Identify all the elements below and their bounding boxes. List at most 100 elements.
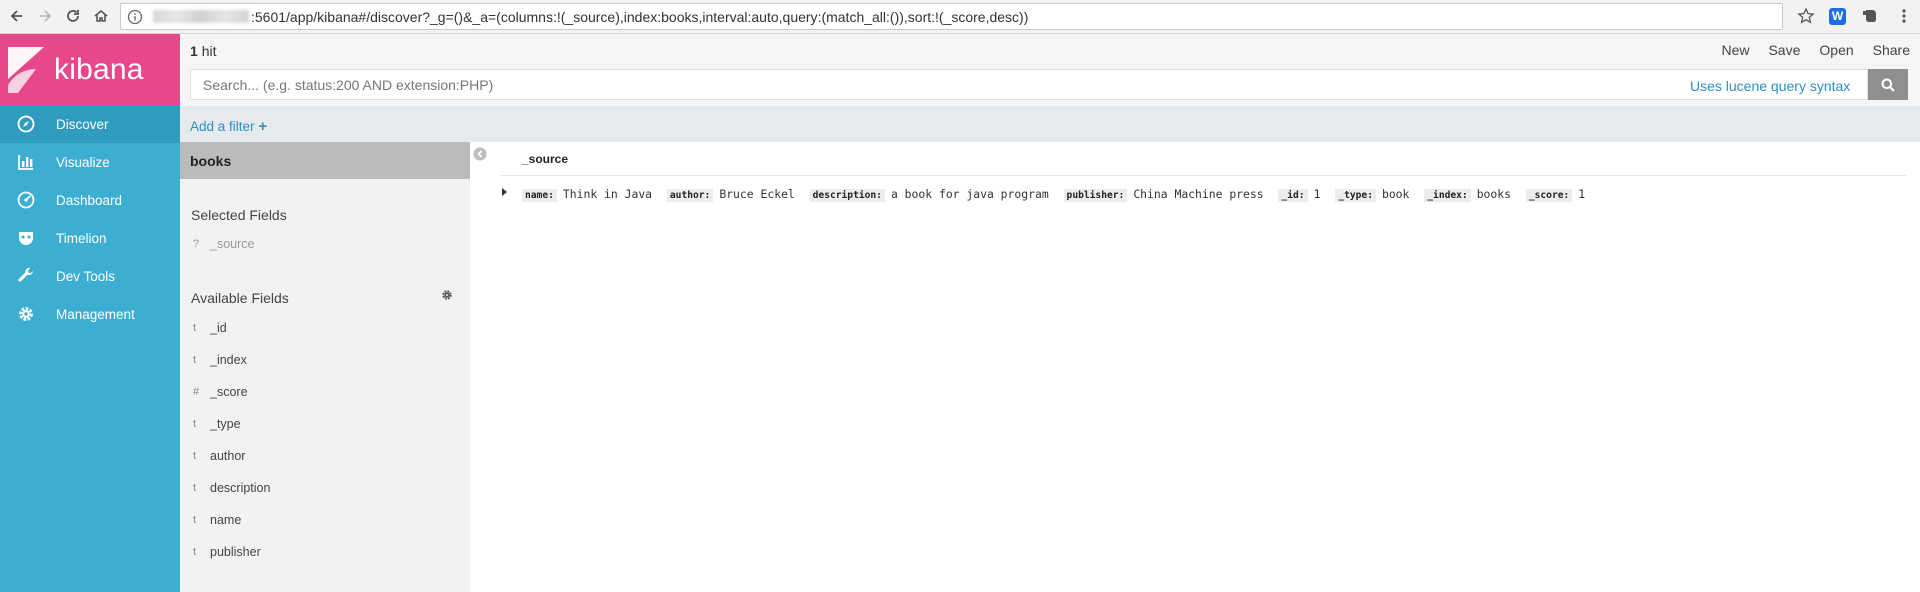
hit-count: 1 hit [190,43,216,59]
nav-item-label: Timelion [56,230,107,246]
nav-item-management[interactable]: Management [0,295,180,333]
field-name: _source [210,237,255,251]
field-name: _index [210,353,247,367]
field-name: _type [210,417,241,431]
info-icon [127,9,143,24]
field-name: publisher [210,545,261,559]
nav-item-discover[interactable]: Discover [0,105,180,143]
field-type-icon: t [193,514,197,526]
bookmark-star-icon[interactable] [1797,7,1815,25]
field-settings-gear-icon[interactable] [441,289,453,301]
share-button[interactable]: Share [1873,42,1910,58]
browser-toolbar: :5601/app/kibana#/discover?_g=()&_a=(col… [0,0,1920,34]
available-fields-title: Available Fields [191,290,289,306]
field-type-icon: t [193,354,197,366]
field-item-source[interactable]: ? _source [180,232,470,258]
field-item-index[interactable]: t _index [180,348,470,374]
top-menu: New Save Open Share [1721,42,1920,58]
table-row[interactable]: name: Think in Java author: Bruce Eckel de… [522,187,1593,202]
field-item-name[interactable]: t name [180,508,470,534]
save-button[interactable]: Save [1768,42,1800,58]
home-button[interactable] [89,4,113,28]
selected-fields-title: Selected Fields [191,207,287,223]
doc-field-key: _type: [1335,189,1376,202]
side-navigation: kibana Discover Visualize Dashboard Time… [0,34,180,592]
field-type-icon: t [193,322,197,334]
hit-count-number: 1 [190,43,198,59]
doc-field-key: description: [809,189,885,202]
doc-field-key: _id: [1278,189,1308,202]
field-name: _id [210,321,227,335]
field-item-author[interactable]: t author [180,444,470,470]
address-bar[interactable]: :5601/app/kibana#/discover?_g=()&_a=(col… [120,3,1783,30]
field-name: description [210,481,271,495]
arrow-right-icon [40,10,52,22]
url-text: :5601/app/kibana#/discover?_g=()&_a=(col… [251,8,1029,25]
field-name: name [210,513,242,527]
bar-chart-icon [16,152,36,172]
field-item-score[interactable]: # _score [180,380,470,406]
reload-button[interactable] [61,4,85,28]
lucene-syntax-link[interactable]: Uses lucene query syntax [1690,78,1850,94]
doc-field-value: China Machine press [1133,187,1264,201]
open-button[interactable]: Open [1819,42,1853,58]
doc-field-value: book [1381,187,1410,201]
field-item-type[interactable]: t _type [180,412,470,438]
more-menu-icon[interactable] [1895,7,1913,25]
kibana-logo-text: kibana [54,52,144,86]
plus-icon: + [258,118,268,135]
nav-item-label: Dashboard [56,192,123,208]
header-divider [500,175,1906,176]
field-item-id[interactable]: t _id [180,316,470,342]
search-icon [1881,78,1895,92]
extension-w-icon[interactable]: W [1829,8,1846,25]
forward-button[interactable] [33,4,57,28]
nav-item-timelion[interactable]: Timelion [0,219,180,257]
compass-icon [16,114,36,134]
nav-item-visualize[interactable]: Visualize [0,143,180,181]
nav-item-dev-tools[interactable]: Dev Tools [0,257,180,295]
search-button[interactable] [1868,69,1908,100]
field-sidebar: books Selected Fields ? _source Availabl… [180,142,470,592]
nav-item-dashboard[interactable]: Dashboard [0,181,180,219]
collapse-sidebar-icon[interactable] [473,147,487,161]
timelion-mask-icon [16,228,36,248]
doc-field-key: _index: [1424,189,1471,202]
field-type-icon: t [193,482,197,494]
dashboard-gauge-icon [16,190,36,210]
evernote-icon[interactable] [1862,7,1880,25]
redacted-host [153,10,249,23]
nav-item-label: Management [56,306,135,322]
doc-field-key: name: [522,189,557,202]
kibana-logo[interactable]: kibana [0,34,180,105]
field-type-icon: t [193,418,197,430]
nav-item-label: Dev Tools [56,268,116,284]
search-bar: Uses lucene query syntax [180,64,1920,106]
wrench-icon [16,266,36,286]
nav-item-label: Visualize [56,154,110,170]
field-item-publisher[interactable]: t publisher [180,540,470,566]
kibana-logo-mark-icon [8,46,44,93]
document-table: _source name: Think in Java author: Bruce … [470,142,1920,592]
arrow-left-icon [10,10,22,22]
doc-field-key: author: [666,189,714,202]
field-type-icon: t [193,450,197,462]
new-button[interactable]: New [1721,42,1749,58]
expand-row-caret-icon[interactable] [501,187,509,197]
nav-item-label: Discover [56,116,109,132]
search-input[interactable] [190,69,1868,100]
doc-field-key: publisher: [1063,189,1128,202]
home-icon [94,9,108,22]
add-filter-link[interactable]: Add a filter + [190,118,267,135]
doc-field-value: Bruce Eckel [719,187,795,201]
back-button[interactable] [5,4,29,28]
filter-bar: Add a filter + [180,106,1920,142]
add-filter-label: Add a filter [190,119,255,134]
index-pattern-name: books [190,153,232,169]
column-header-source: _source [522,152,569,166]
gear-icon [16,304,36,324]
index-pattern-selector[interactable]: books [180,142,470,179]
doc-field-value: 1 [1578,187,1586,201]
field-item-description[interactable]: t description [180,476,470,502]
field-type-icon: t [193,546,197,558]
